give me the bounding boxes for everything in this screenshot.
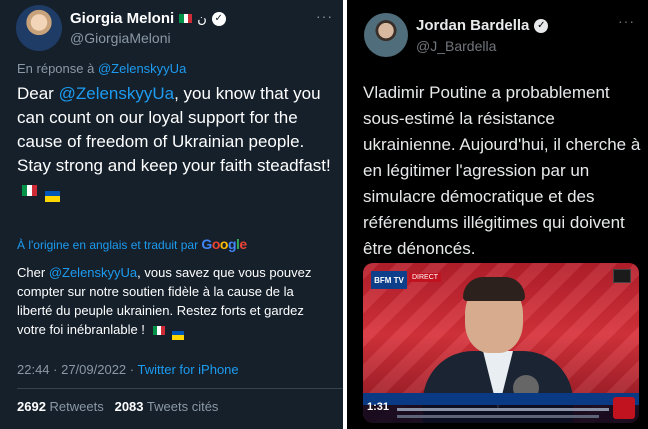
author-name[interactable]: Giorgia Meloni (70, 10, 174, 27)
verified-badge-icon: ✓ (534, 18, 549, 33)
verified-badge-icon: ✓ (211, 11, 226, 26)
tweet-text-prefix: Dear (17, 84, 54, 103)
divider (17, 388, 343, 389)
ukraine-flag-icon (172, 330, 185, 340)
reply-context: En réponse à @ZelenskyyUa (17, 61, 186, 76)
italy-flag-icon (152, 326, 165, 335)
quotes-count: 2083 (114, 399, 144, 414)
name-symbol: ن (197, 10, 207, 26)
tweet-text: Dear @ZelenskyyUa, you know that you can… (17, 82, 339, 202)
more-options-icon[interactable]: ··· (316, 8, 333, 24)
tweet-bardella: Jordan Bardella ✓ @J_Bardella ··· Vladim… (347, 0, 648, 429)
translation-label: À l'origine en anglais et traduit par (17, 238, 199, 252)
tweet-media-video-still[interactable]: BFM TV DIRECT 1:31 (363, 263, 639, 423)
italy-flag-icon (179, 14, 193, 23)
author-row: Jordan Bardella ✓ (416, 17, 549, 34)
live-badge: DIRECT (409, 273, 442, 282)
retweets-stat[interactable]: 2692 Retweets (17, 399, 104, 414)
translation-prefix: Cher (17, 265, 46, 280)
tweet-text: Vladimir Poutine a probablement sous-est… (363, 83, 641, 258)
tweet-meta: 22:44 · 27/09/2022 · Twitter for iPhone (17, 362, 239, 377)
channel-logo: BFM TV (371, 271, 407, 289)
translated-text: Cher @ZelenskyyUa, vous savez que vous p… (17, 263, 329, 340)
italy-flag-icon (22, 185, 37, 196)
program-badge (613, 397, 635, 419)
ukraine-flag-icon (44, 190, 60, 202)
tweet-stats: 2692 Retweets 2083 Tweets cités (17, 399, 218, 414)
translation-notice[interactable]: À l'origine en anglais et traduit par Go… (17, 236, 247, 252)
quotes-stat[interactable]: 2083 Tweets cités (115, 399, 219, 414)
author-name[interactable]: Jordan Bardella (416, 17, 529, 34)
author-row: Giorgia Meloni ن ✓ (70, 10, 226, 27)
google-logo: Google (201, 236, 247, 252)
quotes-label: Tweets cités (146, 399, 219, 414)
mention-link[interactable]: @ZelenskyyUa (59, 84, 175, 103)
corner-inset (613, 269, 631, 283)
reply-prefix: En réponse à (17, 61, 95, 76)
retweets-label: Retweets (49, 399, 104, 414)
tweet-timestamp[interactable]: 22:44 · 27/09/2022 · (17, 362, 134, 377)
avatar[interactable] (16, 5, 62, 51)
tweet-source-link[interactable]: Twitter for iPhone (137, 362, 238, 377)
retweets-count: 2692 (17, 399, 46, 414)
tweet-meloni: Giorgia Meloni ن ✓ @GiorgiaMeloni ··· En… (0, 0, 343, 429)
more-options-icon[interactable]: ··· (618, 13, 635, 29)
avatar[interactable] (364, 13, 408, 57)
author-handle[interactable]: @J_Bardella (416, 38, 496, 54)
news-ticker: 1:31 (363, 393, 639, 423)
ticker-clock: 1:31 (367, 401, 390, 413)
translation-mention-link[interactable]: @ZelenskyyUa (49, 265, 137, 280)
author-handle[interactable]: @GiorgiaMeloni (70, 30, 171, 46)
reply-handle-link[interactable]: @ZelenskyyUa (98, 61, 186, 76)
